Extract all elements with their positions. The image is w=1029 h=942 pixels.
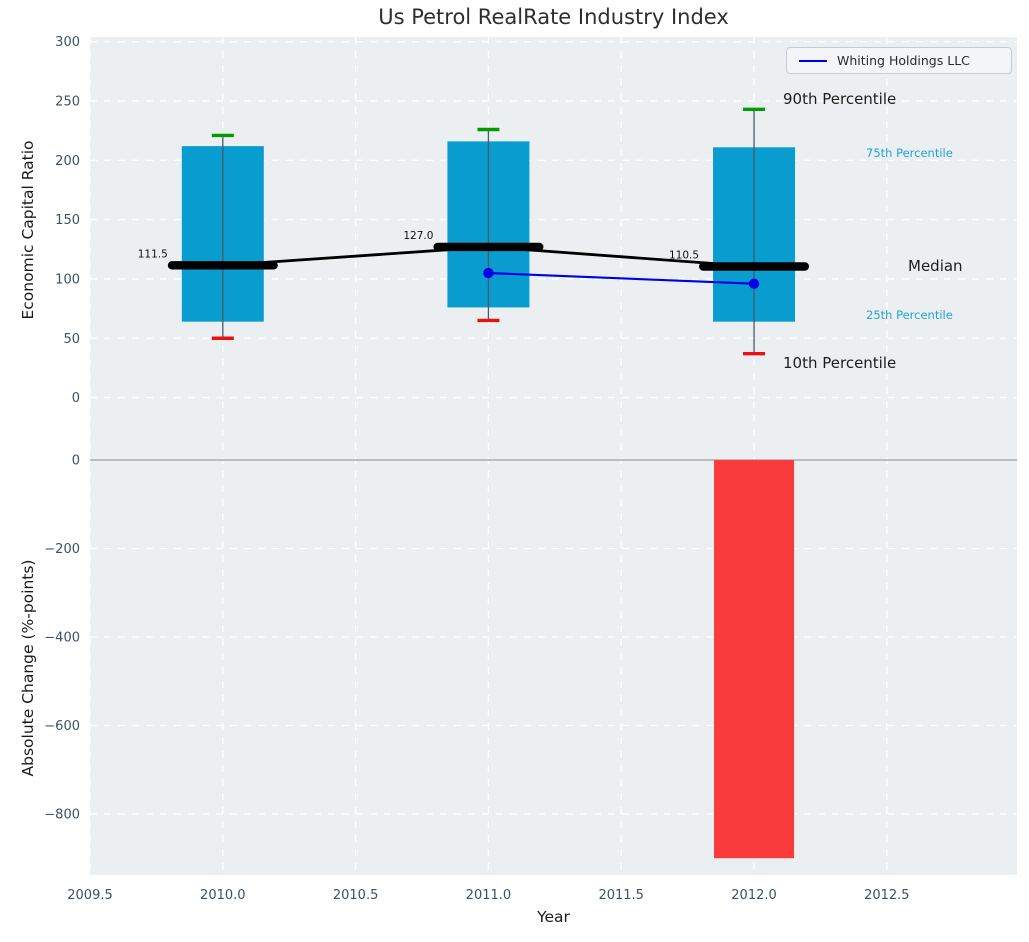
xtick-2012.5: 2012.5 bbox=[864, 888, 910, 903]
chart-title: Us Petrol RealRate Industry Index bbox=[378, 5, 729, 29]
ytick-bottom--200: −200 bbox=[44, 542, 80, 557]
xtick-2009.5: 2009.5 bbox=[67, 888, 113, 903]
y-axis-label-top: Economic Capital Ratio bbox=[19, 140, 37, 320]
ytick-top-250: 250 bbox=[55, 95, 80, 110]
ytick-bottom-0: 0 bbox=[72, 454, 80, 469]
label-90th-percentile: 90th Percentile bbox=[783, 90, 897, 108]
xtick-2011.5: 2011.5 bbox=[598, 888, 644, 903]
ytick-bottom--800: −800 bbox=[44, 807, 80, 822]
ytick-top-300: 300 bbox=[55, 35, 80, 50]
median-annotation-2012: 110.5 bbox=[669, 250, 699, 262]
ytick-bottom--600: −600 bbox=[44, 719, 80, 734]
label-75th-percentile: 75th Percentile bbox=[866, 146, 953, 160]
legend: Whiting Holdings LLC bbox=[786, 47, 1012, 74]
y-axis-label-bottom: Absolute Change (%-points) bbox=[19, 559, 37, 777]
median-segment-2012 bbox=[699, 262, 810, 271]
ytick-top-150: 150 bbox=[55, 213, 80, 228]
ytick-top-200: 200 bbox=[55, 154, 80, 169]
company-marker-2011 bbox=[483, 267, 494, 279]
median-annotation-2010: 111.5 bbox=[138, 248, 168, 260]
xtick-2010.0: 2010.0 bbox=[200, 888, 246, 903]
change-bar-2012 bbox=[714, 460, 795, 859]
label-10th-percentile: 10th Percentile bbox=[783, 354, 897, 372]
legend-label: Whiting Holdings LLC bbox=[837, 53, 970, 68]
legend-line-swatch bbox=[799, 59, 827, 62]
label-median: Median bbox=[908, 257, 963, 275]
xtick-2010.5: 2010.5 bbox=[333, 888, 379, 903]
median-segment-2011 bbox=[433, 242, 544, 252]
median-annotation-2011: 127.0 bbox=[403, 230, 433, 242]
company-marker-2012 bbox=[748, 278, 760, 289]
x-axis-label: Year bbox=[537, 908, 570, 926]
xtick-2011.0: 2011.0 bbox=[466, 888, 512, 903]
label-25th-percentile: 25th Percentile bbox=[866, 308, 953, 322]
xtick-2012.0: 2012.0 bbox=[731, 888, 777, 903]
median-segment-2010 bbox=[167, 261, 278, 270]
chart-canvas: 111.5 127.0 110.5 0 50 100 150 200 250 300 0 −200 −4… bbox=[44, 35, 1017, 903]
ytick-top-0: 0 bbox=[72, 391, 80, 406]
ytick-top-100: 100 bbox=[55, 272, 80, 287]
ytick-top-50: 50 bbox=[63, 332, 80, 347]
ytick-bottom--400: −400 bbox=[44, 630, 80, 645]
figure: 111.5 127.0 110.5 0 50 100 150 200 250 300 0 −200 −4… bbox=[0, 0, 1029, 942]
